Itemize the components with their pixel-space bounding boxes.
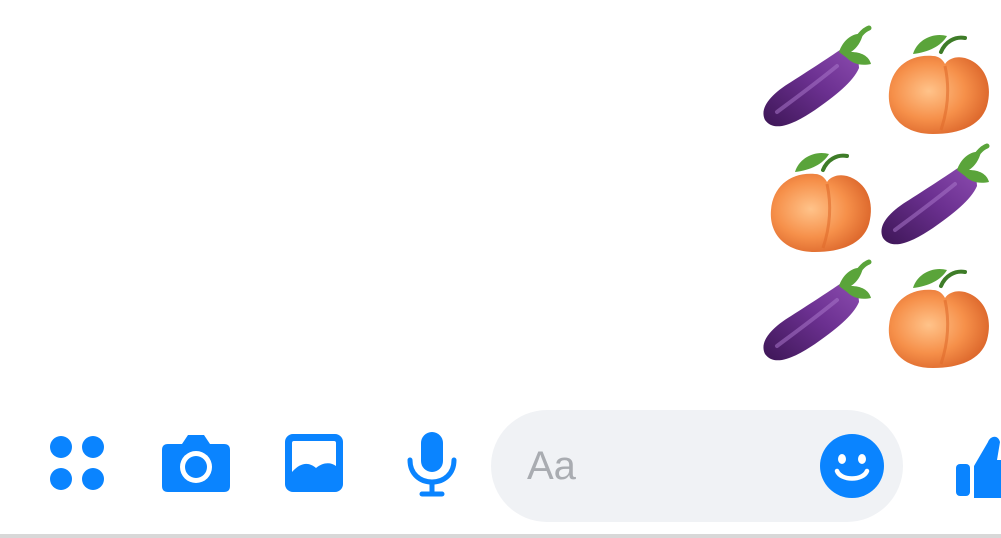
eggplant-emoji [757,22,877,142]
message-input[interactable]: Aa [491,410,903,522]
peach-emoji [879,256,999,376]
emoji-message[interactable] [755,22,1001,374]
four-dots-icon[interactable] [46,432,108,494]
messenger-chat-screen: Aa [0,0,1001,538]
image-icon[interactable] [283,432,345,494]
thumbs-up-icon[interactable] [952,430,1001,500]
peach-emoji [879,22,999,142]
microphone-icon[interactable] [404,430,460,498]
peach-emoji [761,140,881,260]
message-placeholder: Aa [527,444,576,488]
screen-bottom-divider [0,534,1001,538]
message-composer: Aa [0,400,1001,538]
camera-icon[interactable] [160,432,232,494]
eggplant-emoji [875,140,995,260]
eggplant-emoji [757,256,877,376]
smiley-icon[interactable] [819,433,885,499]
